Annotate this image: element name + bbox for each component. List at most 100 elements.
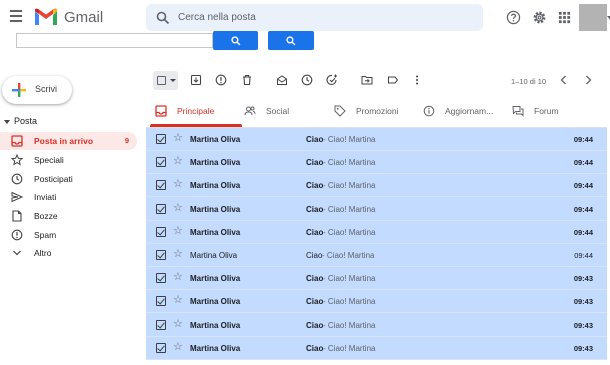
secondary-search-input[interactable] — [16, 33, 213, 48]
avatar[interactable] — [579, 4, 607, 31]
table-row[interactable]: ☆ Martina Oliva Ciao - Ciao! Martina 09:44 — [146, 151, 607, 175]
star-icon[interactable]: ☆ — [173, 249, 183, 260]
tab-promotions[interactable]: Promozioni — [334, 96, 414, 126]
table-row[interactable]: ☆ Martina Oliva Ciao - Ciao! Martina 09:43 — [146, 337, 607, 360]
draft-icon — [12, 210, 22, 222]
sidebar-item-drafts[interactable]: Bozze — [0, 207, 137, 225]
compose-button[interactable]: Scrivi — [2, 76, 72, 104]
table-row[interactable]: ☆ Martina Oliva Ciao - Ciao! Martina 09:44 — [146, 198, 607, 221]
star-icon[interactable]: ☆ — [173, 341, 183, 353]
search-bar[interactable] — [146, 4, 610, 31]
mark-as-read-icon[interactable] — [276, 74, 288, 86]
star-icon[interactable]: ☆ — [173, 295, 183, 306]
star-icon[interactable]: ☆ — [173, 318, 183, 330]
row-checkbox[interactable] — [156, 157, 166, 168]
email-subject: Ciao — [306, 297, 324, 307]
table-row[interactable]: ☆ Martina Oliva Ciao - Ciao! Martina 09:43 — [146, 290, 607, 314]
email-subject: Ciao — [306, 251, 323, 260]
row-checkbox[interactable] — [156, 226, 166, 237]
sidebar-item-label: Spam — [34, 230, 57, 240]
row-checkbox[interactable] — [156, 250, 166, 260]
menu-icon[interactable] — [10, 10, 26, 24]
settings-icon[interactable] — [532, 10, 547, 25]
sidebar-item-label: Inviati — [34, 192, 57, 202]
email-time: 09:43 — [573, 297, 593, 307]
sidebar-item-label: Bozze — [34, 211, 58, 221]
search-icon[interactable] — [156, 11, 170, 25]
tab-forums[interactable]: Forum — [512, 96, 592, 126]
sidebar-item-spam[interactable]: Spam — [0, 226, 137, 244]
delete-icon[interactable] — [241, 74, 253, 86]
app-name: Gmail — [64, 9, 104, 26]
email-time: 09:44 — [573, 227, 593, 237]
table-row[interactable]: ☆ Martina Oliva Ciao - Ciao! Martina 09:44 — [146, 128, 607, 151]
tab-updates[interactable]: Aggiornam... — [423, 96, 503, 126]
secondary-search-button[interactable] — [213, 31, 258, 50]
move-to-icon[interactable] — [361, 74, 373, 86]
tab-social[interactable]: Social — [244, 96, 324, 126]
row-checkbox[interactable] — [156, 203, 166, 214]
email-sender: Martina Oliva — [190, 343, 241, 353]
sidebar-item-label: Altro — [34, 248, 52, 258]
star-icon[interactable]: ☆ — [173, 272, 183, 283]
snooze-icon[interactable] — [301, 74, 313, 86]
star-icon[interactable]: ☆ — [173, 225, 183, 237]
archive-icon[interactable] — [190, 74, 202, 86]
star-icon[interactable]: ☆ — [173, 133, 183, 144]
secondary-search-button-2[interactable] — [268, 31, 314, 50]
apps-icon[interactable] — [557, 10, 572, 25]
table-row[interactable]: ☆ Martina Oliva Ciao - Ciao! Martina 09:43 — [146, 314, 607, 337]
row-checkbox[interactable] — [156, 273, 166, 284]
email-snippet: - Ciao! Martina — [323, 158, 376, 168]
sidebar-item-starred[interactable]: Speciali — [0, 151, 137, 169]
row-checkbox[interactable] — [156, 319, 166, 330]
email-subject: Ciao — [306, 204, 324, 214]
chevron-right-icon[interactable] — [582, 74, 594, 86]
mail-section-title[interactable]: Posta — [4, 116, 37, 126]
search-icon — [286, 35, 296, 45]
table-row[interactable]: ☆ Martina Oliva Ciao - Ciao! Martina 09:44 — [146, 174, 607, 198]
table-row[interactable]: ☆ Martina Oliva Ciao - Ciao! Martina 09:44 — [146, 244, 607, 267]
label-icon[interactable] — [387, 74, 399, 86]
email-sender: Martina Oliva — [190, 181, 241, 191]
help-icon[interactable] — [506, 10, 521, 25]
more-options-icon[interactable] — [411, 74, 423, 86]
caret-down-icon — [170, 79, 176, 82]
email-snippet: - Ciao! Martina — [323, 297, 376, 307]
email-sender: Martina Oliva — [190, 227, 241, 237]
tab-primary[interactable]: Principale — [155, 96, 243, 126]
email-time: 09:44 — [573, 158, 593, 168]
row-checkbox[interactable] — [156, 180, 166, 191]
email-snippet: - Ciao! Martina — [322, 251, 375, 260]
sidebar-item-inbox[interactable]: Posta in arrivo 9 — [0, 132, 137, 150]
email-snippet: - Ciao! Martina — [323, 181, 376, 191]
send-icon — [11, 191, 23, 203]
email-time: 09:43 — [573, 320, 593, 330]
email-sender: Martina Oliva — [190, 274, 241, 284]
email-snippet: - Ciao! Martina — [323, 274, 376, 284]
add-to-tasks-icon[interactable] — [326, 74, 338, 86]
sidebar-item-sent[interactable]: Inviati — [0, 188, 137, 206]
star-icon[interactable]: ☆ — [173, 179, 183, 190]
email-subject: Ciao — [306, 343, 324, 353]
email-snippet: - Ciao! Martina — [323, 227, 376, 237]
sidebar-item-snoozed[interactable]: Posticipati — [0, 170, 137, 188]
report-spam-icon[interactable] — [215, 74, 227, 86]
search-input[interactable] — [178, 8, 448, 27]
star-icon[interactable]: ☆ — [173, 156, 183, 167]
email-sender: Martina Oliva — [190, 297, 241, 307]
row-checkbox[interactable] — [156, 134, 166, 144]
sidebar-item-label: Posta in arrivo — [34, 136, 94, 146]
sidebar-item-label: Posticipati — [34, 174, 73, 184]
sidebar-item-more[interactable]: Altro — [0, 244, 137, 262]
email-sender: Martina Oliva — [190, 135, 241, 144]
chevron-left-icon[interactable] — [558, 74, 570, 86]
unread-count: 9 — [124, 136, 129, 145]
select-all-checkbox[interactable] — [153, 71, 178, 90]
star-icon[interactable]: ☆ — [173, 202, 183, 214]
row-checkbox[interactable] — [156, 342, 166, 353]
row-checkbox[interactable] — [156, 296, 166, 307]
table-row[interactable]: ☆ Martina Oliva Ciao - Ciao! Martina 09:43 — [146, 267, 607, 291]
email-snippet: - Ciao! Martina — [323, 135, 376, 144]
table-row[interactable]: ☆ Martina Oliva Ciao - Ciao! Martina 09:44 — [146, 221, 607, 244]
